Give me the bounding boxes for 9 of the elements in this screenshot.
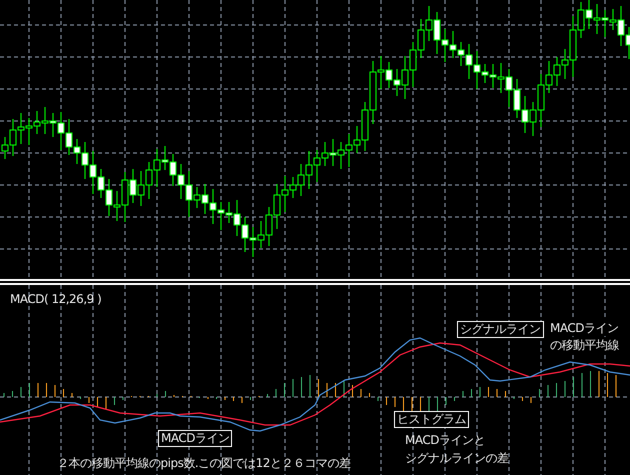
signal-line-label: シグナルライン <box>457 321 544 338</box>
histogram-note: MACDラインと <box>405 432 485 448</box>
histogram-note: シグナルラインの差 <box>405 450 508 466</box>
signal-line-note: の移動平均線 <box>550 337 619 353</box>
macd-line-label: MACDライン <box>158 430 232 447</box>
signal-line-note: MACDライン <box>550 320 618 336</box>
macd-line-note: ２本の移動平均線のpips数.この図では12と２６コマの差 <box>57 455 350 471</box>
histogram-label: ヒストグラム <box>394 411 469 428</box>
indicator-label: MACD( 12,26,9 ) <box>10 291 102 307</box>
